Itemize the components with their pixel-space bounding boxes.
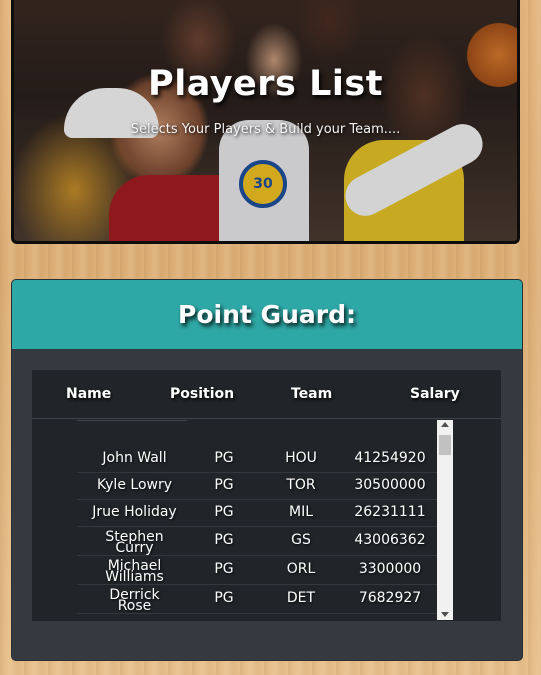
player-name-wrap: Rose — [117, 598, 152, 614]
player-position: PG — [214, 532, 234, 548]
players-table: Name Position Team Salary John Wall PG H… — [32, 370, 501, 621]
player-salary: 41254920 — [354, 450, 426, 466]
table-row[interactable]: Kyle Lowry PG TOR 30500000 — [77, 472, 437, 500]
player-team: GS — [291, 532, 311, 548]
player-team: ORL — [286, 561, 316, 577]
player-position: PG — [214, 561, 234, 577]
card-title: Point Guard: — [178, 300, 356, 329]
player-team: DET — [286, 590, 316, 606]
point-guard-card: Point Guard: Name Position Team Salary J… — [11, 279, 523, 661]
player-team: TOR — [286, 477, 316, 493]
player-name-wrap: Curry — [115, 540, 154, 556]
table-row[interactable]: Derrick Rose PG DET 7682927 — [77, 584, 437, 614]
player-salary: 30500000 — [354, 477, 426, 493]
player-salary: 3300000 — [358, 561, 422, 577]
player-name: John Wall — [102, 450, 167, 466]
player-team: HOU — [285, 450, 317, 466]
player-position: PG — [214, 504, 234, 520]
column-header-name[interactable]: Name — [66, 386, 111, 402]
player-name: Kyle Lowry — [96, 477, 172, 493]
table-row[interactable]: Michael Williams PG ORL 3300000 — [77, 555, 437, 585]
table-body[interactable]: John Wall PG HOU 41254920 Kyle Lowry PG … — [77, 420, 454, 620]
column-header-team[interactable]: Team — [291, 386, 332, 402]
scrollbar-thumb[interactable] — [439, 435, 451, 455]
player-team: MIL — [288, 504, 313, 520]
column-header-salary[interactable]: Salary — [410, 386, 460, 402]
arrow-down-icon[interactable] — [441, 612, 449, 617]
player-name: Jrue Holiday — [92, 504, 177, 520]
table-row[interactable]: John Wall PG HOU 41254920 — [77, 445, 437, 473]
table-scrollbar[interactable] — [437, 420, 453, 620]
player-name-wrap: Williams — [105, 569, 164, 585]
page-subtitle: Selects Your Players & Build your Team..… — [130, 122, 401, 137]
table-row[interactable]: Stephen Curry PG GS 43006362 — [77, 526, 437, 556]
player-salary: 7682927 — [358, 590, 422, 606]
card-header: Point Guard: — [12, 280, 522, 349]
hero-banner: 30 Players List Selects Your Players & B… — [11, 0, 520, 244]
player-position: PG — [214, 590, 234, 606]
column-header-position[interactable]: Position — [170, 386, 234, 402]
table-header: Name Position Team Salary — [32, 370, 501, 419]
page-title: Players List — [148, 64, 383, 104]
arrow-up-icon[interactable] — [441, 422, 449, 427]
table-row[interactable]: Jrue Holiday PG MIL 26231111 — [77, 499, 437, 527]
player-position: PG — [214, 477, 234, 493]
player-salary: 43006362 — [354, 532, 426, 548]
player-position: PG — [214, 450, 234, 466]
player-salary: 26231111 — [354, 504, 426, 520]
